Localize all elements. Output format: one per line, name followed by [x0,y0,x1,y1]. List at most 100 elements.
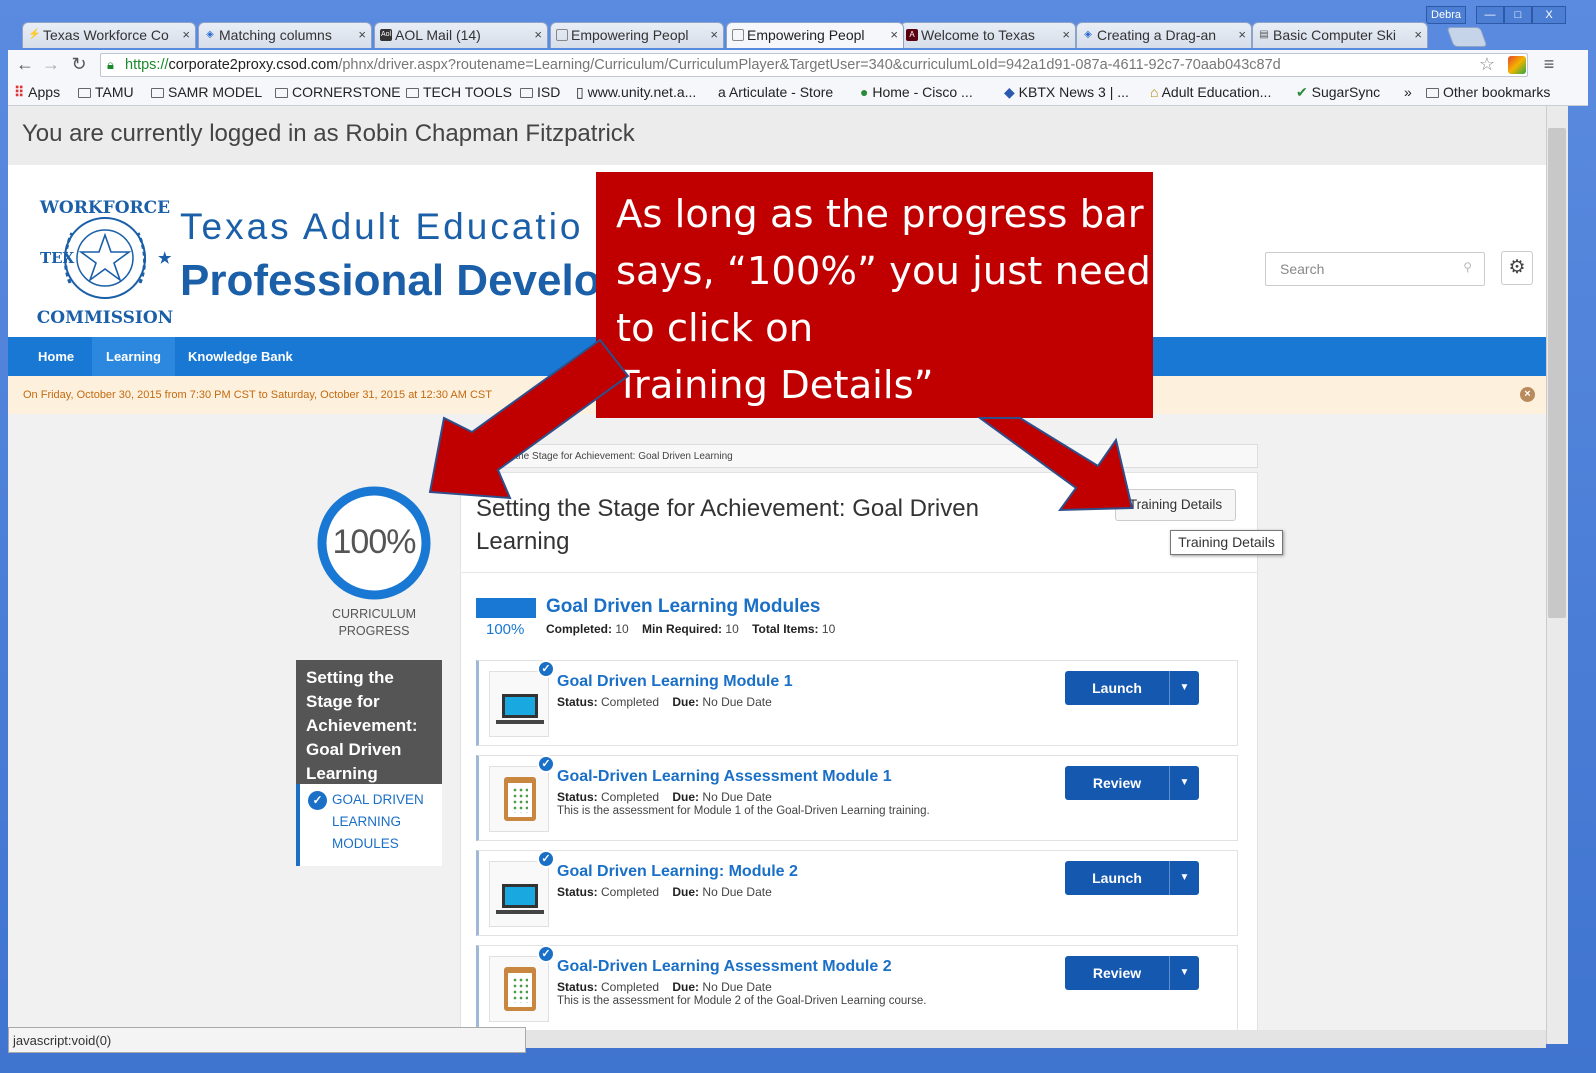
close-tab-icon[interactable]: × [534,27,542,42]
bookmark-sugarsync[interactable]: ✔ SugarSync [1296,84,1380,101]
reload-icon[interactable]: ↻ [68,54,90,75]
review-button[interactable]: Review ▼ [1065,956,1199,990]
section-title[interactable]: Goal Driven Learning Modules [546,596,821,618]
bookmark-label: KBTX News 3 | ... [1018,84,1129,100]
status-value: Completed [601,980,660,994]
bookmark-overflow[interactable]: » [1404,84,1412,100]
close-notice-icon[interactable]: × [1520,387,1535,402]
tab-title: Basic Computer Ski [1273,27,1396,43]
menu-icon[interactable]: ≡ [1538,54,1560,75]
bookmark-apps[interactable]: ⠿ Apps [14,84,60,101]
due-label: Due: [672,980,700,994]
tab-empowering-2[interactable]: Empowering Peopl × [726,22,904,48]
org-name-line-1: Texas Adult Educatio [180,206,584,247]
scrollbar-thumb[interactable] [1548,128,1566,618]
bookmark-label: TAMU [95,84,134,100]
nav-home[interactable]: Home [24,337,88,376]
close-tab-icon[interactable]: × [890,27,898,42]
bookmark-kbtx[interactable]: ◆ KBTX News 3 | ... [1004,84,1129,101]
completed-check-icon: ✓ [537,755,555,773]
tab-empowering-1[interactable]: Empowering Peopl × [550,22,724,48]
item-title[interactable]: Goal Driven Learning: Module 2 [557,863,798,881]
close-tab-icon[interactable]: × [1414,27,1422,42]
search-input[interactable]: Search ⚲ [1265,252,1485,286]
launch-button[interactable]: Launch ▼ [1065,861,1199,895]
star-icon[interactable]: ☆ [1476,54,1498,75]
close-window-button[interactable]: X [1532,6,1566,24]
due-label: Due: [672,790,700,804]
bookmark-label: Other bookmarks [1443,84,1551,100]
bookmark-label: CORNERSTONE [292,84,401,100]
building-icon: ⌂ [1150,84,1159,100]
address-bar[interactable]: 🔒︎ https://corporate2proxy.csod.com/phnx… [100,53,1528,77]
tab-strip: ⚡ Texas Workforce Co × ◈ Matching columns × … [10,18,1510,48]
back-arrow-icon[interactable]: ← [14,54,36,75]
chevron-down-icon[interactable]: ▼ [1169,956,1199,990]
org-name-line-2: Professional Develo [180,256,601,305]
bookmark-unity[interactable]: ▯ www.unity.net.a... [576,84,696,101]
folder-icon [275,88,288,98]
search-icon[interactable]: ⚲ [1463,260,1472,274]
side-link-line: MODULES [332,836,399,851]
review-button[interactable]: Review ▼ [1065,766,1199,800]
tab-aol-mail[interactable]: Aol AOL Mail (14) × [374,22,548,48]
stat-label: Completed: [546,622,612,636]
item-title[interactable]: Goal-Driven Learning Assessment Module 1 [557,768,892,786]
bookmark-adult-ed[interactable]: ⌂ Adult Education... [1150,84,1271,100]
item-title[interactable]: Goal Driven Learning Module 1 [557,673,793,691]
training-details-button[interactable]: Training Details [1115,489,1236,521]
breadcrumb[interactable]: g the Stage for Achievement: Goal Driven… [466,444,1258,468]
extension-icon[interactable] [1508,56,1526,74]
tab-matching-columns[interactable]: ◈ Matching columns × [198,22,372,48]
section-progress-bar [476,598,536,618]
launch-button[interactable]: Launch ▼ [1065,671,1199,705]
folder-icon [406,88,419,98]
bookmark-cisco[interactable]: ● Home - Cisco ... [860,84,973,100]
close-tab-icon[interactable]: × [1062,27,1070,42]
bookmark-label: SugarSync [1311,84,1381,100]
bookmark-tamu[interactable]: TAMU [78,84,134,100]
bookmark-label: TECH TOOLS [423,84,512,100]
close-tab-icon[interactable]: × [182,27,190,42]
forward-arrow-icon[interactable]: → [40,54,62,75]
tab-texas-workforce[interactable]: ⚡ Texas Workforce Co × [22,22,196,48]
new-tab-button[interactable] [1446,27,1488,47]
item-status: Status: Completed Due: No Due Date [557,980,772,994]
bookmark-other[interactable]: Other bookmarks [1426,84,1550,100]
close-tab-icon[interactable]: × [1238,27,1246,42]
bookmark-cornerstone[interactable]: CORNERSTONE [275,84,401,100]
callout-line: As long as the progress bar [616,192,1144,237]
tab-title: Empowering Peopl [747,27,865,43]
status-value: Completed [601,695,660,709]
close-tab-icon[interactable]: × [358,27,366,42]
bookmark-label: Adult Education... [1161,84,1272,100]
side-section-link[interactable]: ✓ GOAL DRIVEN LEARNING MODULES [296,784,442,866]
due-label: Due: [672,695,700,709]
bookmark-label: » [1404,84,1412,100]
chevron-down-icon[interactable]: ▼ [1169,766,1199,800]
bookmark-articulate[interactable]: a Articulate - Store [718,84,833,100]
page-title: Setting the Stage for Achievement: Goal … [476,492,1036,558]
chevron-down-icon[interactable]: ▼ [1169,861,1199,895]
tab-title: Texas Workforce Co [43,27,169,43]
item-title[interactable]: Goal-Driven Learning Assessment Module 2 [557,958,892,976]
close-tab-icon[interactable]: × [710,27,718,42]
tab-title: Creating a Drag-an [1097,27,1217,43]
stat-min-required: 10 [725,622,739,636]
tab-basic-computer[interactable]: ▤ Basic Computer Ski × [1252,22,1428,48]
item-status: Status: Completed Due: No Due Date [557,790,772,804]
chevron-down-icon[interactable]: ▼ [1169,671,1199,705]
lock-icon: 🔒︎ [107,57,114,72]
bookmark-samr[interactable]: SAMR MODEL [151,84,262,100]
laptop-icon [489,671,549,737]
status-label: Status: [557,790,598,804]
settings-button[interactable]: ⚙ [1501,251,1533,285]
progress-label: CURRICULUM PROGRESS [316,606,432,640]
bookmark-isd[interactable]: ISD [520,84,560,100]
tab-welcome-texas[interactable]: A Welcome to Texas × [900,22,1076,48]
status-label: Status: [557,885,598,899]
nav-knowledge-bank[interactable]: Knowledge Bank [174,337,307,376]
tab-drag-and-drop[interactable]: ◈ Creating a Drag-an × [1076,22,1252,48]
nav-learning[interactable]: Learning [92,337,175,376]
bookmark-tech-tools[interactable]: TECH TOOLS [406,84,512,100]
